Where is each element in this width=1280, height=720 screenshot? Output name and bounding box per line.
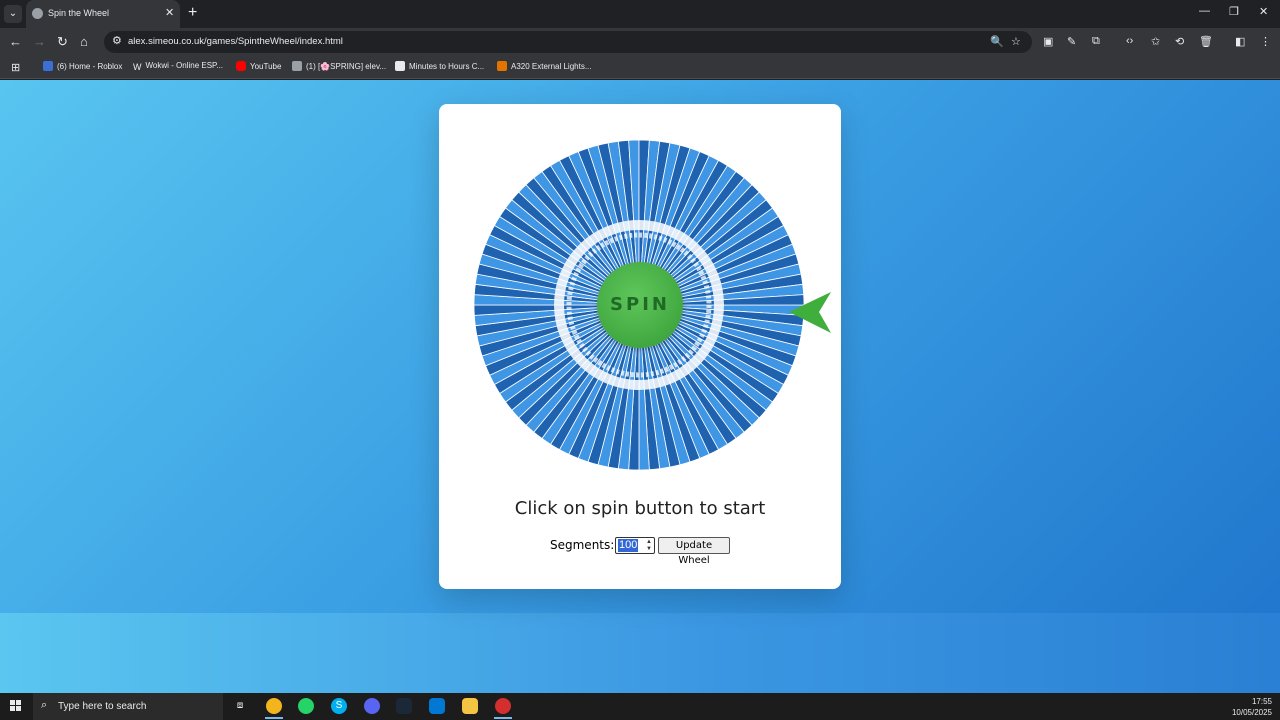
bookmarks-bar: ⊞ (6) Home - Roblox W Wokwi - Online ESP.… [0,56,1280,79]
new-tab-icon[interactable]: + [188,4,197,22]
tab-title: Spin the Wheel [48,8,110,18]
clock-date: 10/05/2025 [1231,708,1272,717]
site-info-icon[interactable]: ⚙ [112,34,122,47]
segments-label: Segments: [550,538,615,552]
whatsapp-icon[interactable] [298,698,314,714]
file-explorer-icon[interactable] [462,698,478,714]
search-icon: ⌕ [41,699,48,711]
page-icon [292,61,302,71]
favorites-icon[interactable]: ✩ [1151,35,1160,48]
skype-icon[interactable]: S [331,698,347,714]
steam-icon[interactable] [396,698,412,714]
zoom-icon[interactable]: 🔍 [990,35,1004,48]
reload-icon[interactable]: ↻ [57,34,68,50]
vscode-icon[interactable] [429,698,445,714]
taskbar-search-box[interactable]: ⌕ Type here to search [33,693,223,720]
profile-icon[interactable]: ◧ [1235,35,1245,48]
history-icon[interactable]: ⟲ [1175,35,1184,48]
address-bar[interactable]: ⚙ alex.simeou.co.uk/games/SpintheWheel/i… [104,31,1032,53]
number-stepper-icon[interactable]: ▲ ▼ [646,539,652,553]
youtube-icon [236,61,246,71]
discord-icon[interactable] [364,698,380,714]
status-text: Click on spin button to start [514,498,766,519]
page-footer-area [0,613,1280,693]
windows-start-icon[interactable] [10,700,22,712]
wokwi-icon: W [133,62,142,72]
active-app-indicator-2 [494,717,512,719]
back-icon[interactable]: ← [9,34,22,50]
code-icon[interactable]: ‹› [1126,35,1133,47]
bookmark-star-icon[interactable]: ☆ [1011,35,1021,48]
system-clock[interactable]: 17:55 10/05/2025 [1232,696,1272,718]
taskbar-search-placeholder: Type here to search [58,701,147,712]
url-text: alex.simeou.co.uk/games/SpintheWheel/ind… [128,36,343,47]
browser-tab[interactable]: Spin the Wheel ✕ [26,0,180,28]
trash-icon[interactable]: 🗑 [1199,35,1213,48]
pen-icon[interactable]: ✎ [1067,35,1076,48]
roblox-icon [43,61,53,71]
clock-time: 17:55 [1251,697,1272,706]
close-window-icon[interactable]: ✕ [1259,5,1268,18]
menu-kebab-icon[interactable]: ⋮ [1260,35,1271,48]
restore-icon[interactable]: ❐ [1229,5,1239,18]
segments-value: 100 [618,539,639,552]
tab-search-chevron-icon[interactable]: ⌄ [4,5,22,23]
bookmark-spring[interactable]: (1) [🌸SPRING] elev... [292,61,386,71]
browser-toolbar: ← → ↻ ⌂ ⚙ alex.simeou.co.uk/games/Spinth… [0,28,1280,56]
task-view-icon[interactable]: ⧈ [232,698,248,714]
minimize-icon[interactable]: — [1199,5,1210,17]
extensions-icon[interactable]: ⧉ [1092,35,1100,48]
home-icon[interactable]: ⌂ [80,34,88,50]
close-tab-icon[interactable]: ✕ [165,6,174,19]
apps-grid-icon[interactable]: ⊞ [11,61,20,74]
update-wheel-button[interactable]: Update Wheel [658,537,730,566]
segments-input[interactable]: 100 ▲ ▼ [615,537,655,554]
tab-strip: ⌄ Spin the Wheel ✕ + — ❐ ✕ [0,0,1280,28]
e-icon [497,61,507,71]
bookmark-wokwi[interactable]: W Wokwi - Online ESP... [133,61,223,72]
active-app-indicator [265,717,283,719]
sigma-icon [395,61,405,71]
forward-icon[interactable]: → [33,34,46,50]
save-icon[interactable]: ▣ [1043,35,1053,48]
bookmark-a320[interactable]: A320 External Lights... [497,61,592,71]
bookmark-youtube[interactable]: YouTube [236,61,281,71]
windows-taskbar: ⌕ Type here to search ⧈ S 17:55 10/05/20… [0,693,1280,720]
pointer-arrow-icon [789,292,831,333]
globe-icon [32,8,43,19]
bookmark-minutes[interactable]: Minutes to Hours C... [395,61,484,71]
spin-button[interactable]: SPIN [597,262,683,348]
recorder-icon[interactable] [495,698,511,714]
chrome-icon[interactable] [266,698,282,714]
bookmark-roblox[interactable]: (6) Home - Roblox [43,61,122,71]
